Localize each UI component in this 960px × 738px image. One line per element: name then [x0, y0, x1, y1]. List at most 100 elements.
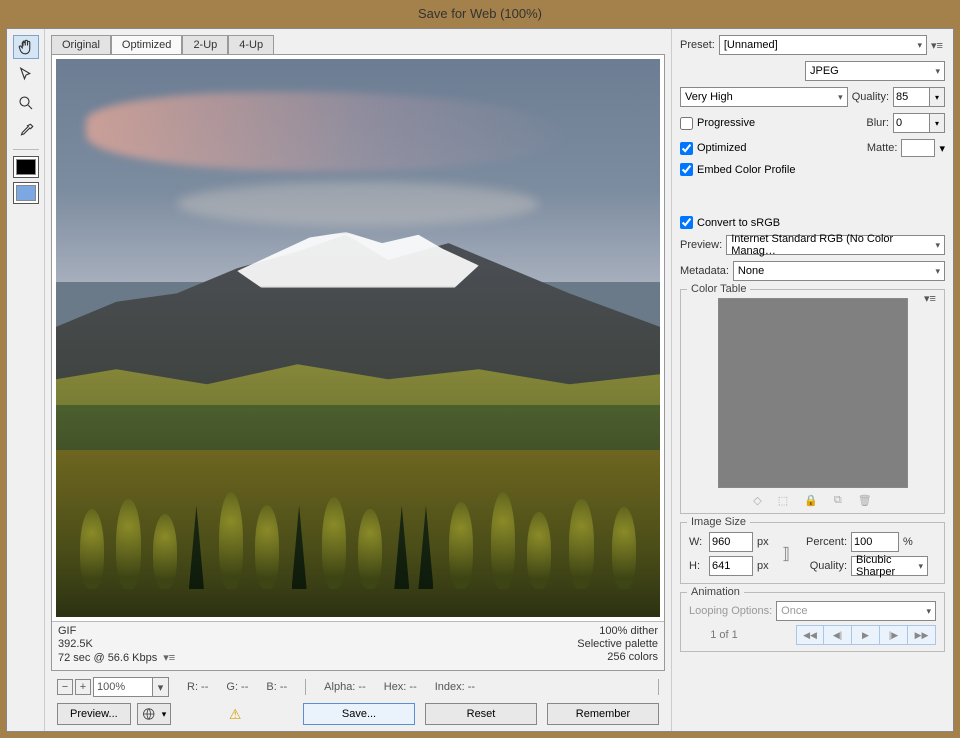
image-size-group: Image Size W: px ⟧ Percent: % H: px Qual…: [680, 522, 945, 584]
save-button[interactable]: Save...: [303, 703, 415, 725]
width-field[interactable]: [709, 532, 753, 552]
tab-4up[interactable]: 4-Up: [228, 35, 274, 54]
percent-field[interactable]: [851, 532, 899, 552]
preset-select[interactable]: [Unnamed]▾: [719, 35, 927, 55]
color-table[interactable]: [718, 298, 908, 488]
convert-srgb-checkbox[interactable]: Convert to sRGB: [680, 216, 780, 229]
readout-alpha: Alpha: --: [324, 681, 366, 693]
eyedropper-tool[interactable]: [13, 119, 39, 143]
eyedropper-color-swatch[interactable]: [13, 156, 39, 178]
percent-suffix: %: [903, 536, 928, 548]
info-readout-row: − + 100% ▾ R: -- G: -- B: -- Alpha: -- H…: [57, 677, 659, 697]
preset-label: Preset:: [680, 39, 715, 51]
matte-swatch[interactable]: [901, 139, 935, 157]
first-frame-button[interactable]: ◀◀: [796, 625, 824, 645]
preview-button[interactable]: Preview...: [57, 703, 131, 725]
optimize-status-bar: GIF 392.5K 72 sec @ 56.6 Kbps▾≡ 100% dit…: [52, 621, 664, 670]
color-table-label: Color Table: [687, 283, 750, 295]
readout-index: Index: --: [435, 681, 475, 693]
ct-snap-icon[interactable]: ◇: [753, 494, 761, 507]
resample-quality-select[interactable]: Bicubic Sharper▾: [851, 556, 928, 576]
height-field[interactable]: [709, 556, 753, 576]
frame-status: 1 of 1: [689, 629, 759, 641]
tool-strip: [7, 29, 45, 731]
readout-r: R: --: [187, 681, 208, 693]
embed-profile-checkbox-input[interactable]: [680, 163, 693, 176]
pointer-tool[interactable]: [13, 63, 39, 87]
chevron-down-icon: ▾: [160, 709, 167, 720]
quality-label: Quality:: [852, 91, 889, 103]
quality-preset-select[interactable]: Very High▾: [680, 87, 848, 107]
last-frame-button[interactable]: ▶▶: [908, 625, 936, 645]
tab-optimized[interactable]: Optimized: [111, 35, 183, 54]
image-preview[interactable]: [56, 59, 660, 617]
percent-label: Percent:: [797, 536, 847, 548]
globe-icon: [142, 707, 160, 721]
ct-trash-icon[interactable]: 🗑: [858, 494, 872, 507]
convert-srgb-checkbox-input[interactable]: [680, 216, 693, 229]
format-select[interactable]: JPEG▾: [805, 61, 945, 81]
preview-profile-label: Preview:: [680, 239, 722, 251]
preset-menu-icon[interactable]: ▾≡: [931, 39, 945, 52]
tab-2up[interactable]: 2-Up: [182, 35, 228, 54]
status-timing: 72 sec @ 56.6 Kbps: [58, 652, 157, 664]
progressive-checkbox[interactable]: Progressive: [680, 117, 755, 130]
animation-group: Animation Looping Options: Once▾ 1 of 1 …: [680, 592, 945, 652]
next-frame-button[interactable]: |▶: [880, 625, 908, 645]
view-tabs: Original Optimized 2-Up 4-Up: [51, 35, 665, 54]
reset-button[interactable]: Reset: [425, 703, 537, 725]
optimized-checkbox[interactable]: Optimized: [680, 142, 747, 155]
status-palette: Selective palette: [577, 638, 658, 650]
ct-shift-icon[interactable]: ⬚: [778, 494, 788, 507]
px-label: px: [757, 536, 775, 548]
chevron-down-icon[interactable]: ▾: [929, 113, 945, 133]
embed-profile-checkbox-label: Embed Color Profile: [697, 164, 795, 176]
preview-profile-select[interactable]: Internet Standard RGB (No Color Manag…▾: [726, 235, 945, 255]
status-size: 392.5K: [58, 638, 175, 650]
preview-area: Original Optimized 2-Up 4-Up: [45, 29, 671, 731]
matte-dropdown-icon[interactable]: ▾: [939, 142, 945, 155]
ct-new-icon[interactable]: ⧉: [834, 494, 842, 507]
blur-spinner[interactable]: ▾: [893, 113, 945, 133]
zoom-tool[interactable]: [13, 91, 39, 115]
quality-spinner[interactable]: ▾: [893, 87, 945, 107]
status-format: GIF: [58, 625, 175, 637]
resample-quality-label: Quality:: [797, 560, 847, 572]
progressive-checkbox-input[interactable]: [680, 117, 693, 130]
remember-button[interactable]: Remember: [547, 703, 659, 725]
zoom-dropdown-icon[interactable]: ▾: [153, 677, 169, 697]
warning-icon: ⚠: [229, 706, 242, 723]
embed-profile-checkbox[interactable]: Embed Color Profile: [680, 163, 795, 176]
play-button[interactable]: ▶: [852, 625, 880, 645]
browser-preview-button[interactable]: ▾: [137, 703, 172, 725]
status-menu-icon[interactable]: ▾≡: [163, 651, 175, 664]
zoom-in-button[interactable]: +: [75, 679, 91, 695]
settings-panel: Preset: [Unnamed]▾ ▾≡ JPEG▾ Very High▾ Q…: [671, 29, 953, 731]
animation-label: Animation: [687, 586, 744, 598]
blur-field[interactable]: [893, 113, 929, 133]
looping-label: Looping Options:: [689, 605, 772, 617]
metadata-select[interactable]: None▾: [733, 261, 945, 281]
constrain-link-icon[interactable]: ⟧: [779, 544, 793, 564]
optimized-checkbox-input[interactable]: [680, 142, 693, 155]
prev-frame-button[interactable]: ◀|: [824, 625, 852, 645]
status-colors: 256 colors: [577, 651, 658, 663]
ct-lock-icon[interactable]: 🔒: [804, 494, 818, 507]
zoom-level-field[interactable]: 100%: [93, 677, 153, 697]
looping-select[interactable]: Once▾: [776, 601, 936, 621]
image-size-label: Image Size: [687, 516, 750, 528]
quality-field[interactable]: [893, 87, 929, 107]
matte-label: Matte:: [867, 142, 898, 154]
slice-visibility-toggle[interactable]: [13, 182, 39, 204]
readout-g: G: --: [226, 681, 248, 693]
chevron-down-icon[interactable]: ▾: [929, 87, 945, 107]
tab-original[interactable]: Original: [51, 35, 111, 54]
hand-tool[interactable]: [13, 35, 39, 59]
color-table-menu-icon[interactable]: ▾≡: [924, 292, 938, 305]
canvas-frame: GIF 392.5K 72 sec @ 56.6 Kbps▾≡ 100% dit…: [51, 54, 665, 671]
height-label: H:: [689, 560, 705, 572]
zoom-out-button[interactable]: −: [57, 679, 73, 695]
optimized-checkbox-label: Optimized: [697, 142, 747, 154]
readout-hex: Hex: --: [384, 681, 417, 693]
color-table-toolbar: ◇ ⬚ 🔒 ⧉ 🗑: [689, 494, 936, 507]
